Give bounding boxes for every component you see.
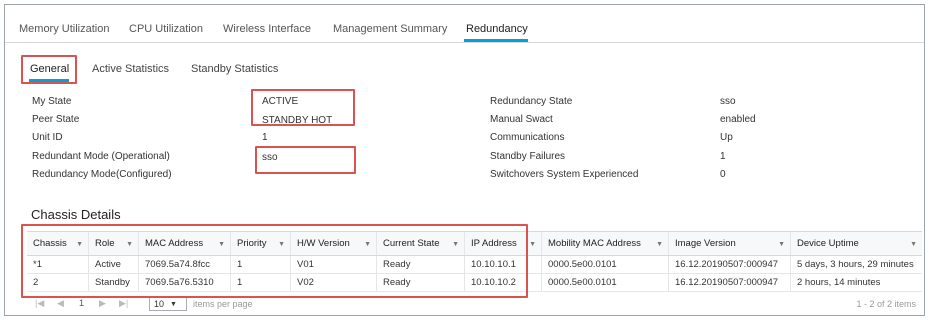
manual-swact-label: Manual Swact: [490, 114, 553, 125]
table-cell: 16.12.20190507:000947: [669, 256, 791, 273]
pagination-bar: |◀ ◀ 1 ▶ ▶| 10 ▼ items per page 1 - 2 of …: [27, 297, 922, 313]
unit-id-value: 1: [262, 132, 268, 143]
column-header-device-uptime[interactable]: Device Uptime ▼: [791, 232, 922, 255]
table-cell: 0000.5e00.0101: [542, 274, 669, 291]
tab-management-summary[interactable]: Management Summary: [333, 23, 447, 35]
tab-cpu-utilization[interactable]: CPU Utilization: [129, 23, 203, 35]
unit-id-label: Unit ID: [32, 132, 63, 143]
table-cell: 2 hours, 14 minutes: [797, 277, 881, 288]
chevron-down-icon[interactable]: ▼: [910, 241, 917, 248]
prev-page-icon[interactable]: ◀: [57, 298, 64, 309]
next-page-icon[interactable]: ▶: [99, 298, 106, 309]
column-header-label: Mobility MAC Address: [548, 238, 641, 249]
chevron-down-icon[interactable]: ▼: [778, 241, 785, 248]
communications-label: Communications: [490, 132, 565, 143]
subtab-standby-statistics[interactable]: Standby Statistics: [191, 63, 278, 75]
redundancy-panel: Memory Utilization CPU Utilization Wirel…: [4, 4, 925, 316]
column-header-mobility-mac-address[interactable]: Mobility MAC Address ▼: [542, 232, 669, 255]
subtab-active-statistics[interactable]: Active Statistics: [92, 63, 169, 75]
tab-wireless-interface[interactable]: Wireless Interface: [223, 23, 311, 35]
tab-redundancy[interactable]: Redundancy: [466, 23, 528, 35]
first-page-icon[interactable]: |◀: [35, 298, 44, 309]
table-cell: 16.12.20190507:000947: [669, 274, 791, 291]
communications-value: Up: [720, 132, 733, 143]
main-tabs: Memory Utilization CPU Utilization Wirel…: [5, 5, 924, 43]
chassis-details-title: Chassis Details: [31, 207, 121, 222]
redundancy-mode-configured-label: Redundancy Mode(Configured): [32, 169, 172, 180]
column-header-image-version[interactable]: Image Version ▼: [669, 232, 791, 255]
active-tab-indicator: [464, 39, 528, 42]
page-size-value: 10: [154, 299, 165, 309]
page-number[interactable]: 1: [79, 298, 84, 308]
standby-failures-label: Standby Failures: [490, 151, 566, 162]
column-header-label: Image Version: [675, 238, 736, 249]
table-cell: 5 days, 3 hours, 29 minutes: [797, 259, 914, 270]
table-cell: 0000.5e00.0101: [542, 256, 669, 273]
my-state-label: My State: [32, 96, 72, 107]
redundant-mode-operational-label: Redundant Mode (Operational): [32, 151, 170, 162]
highlight-box-general: [21, 55, 77, 84]
highlight-box-chassis: [21, 224, 528, 298]
items-per-page-label: items per page: [193, 299, 253, 309]
switchovers-label: Switchovers System Experienced: [490, 169, 639, 180]
tab-memory-utilization[interactable]: Memory Utilization: [19, 23, 109, 35]
redundancy-state-value: sso: [720, 96, 736, 107]
column-header-label: Device Uptime: [797, 238, 859, 249]
peer-state-label: Peer State: [32, 114, 80, 125]
standby-failures-value: 1: [720, 151, 726, 162]
chevron-down-icon: ▼: [170, 300, 177, 308]
redundancy-state-label: Redundancy State: [490, 96, 573, 107]
chevron-down-icon[interactable]: ▼: [529, 241, 536, 248]
switchovers-value: 0: [720, 169, 726, 180]
page-size-select[interactable]: 10 ▼: [149, 297, 187, 311]
pagination-range: 1 - 2 of 2 items: [856, 299, 916, 309]
last-page-icon[interactable]: ▶|: [119, 298, 128, 309]
chevron-down-icon[interactable]: ▼: [656, 241, 663, 248]
highlight-box-states: [251, 89, 355, 126]
highlight-box-mode: [255, 146, 356, 174]
manual-swact-value: enabled: [720, 114, 756, 125]
